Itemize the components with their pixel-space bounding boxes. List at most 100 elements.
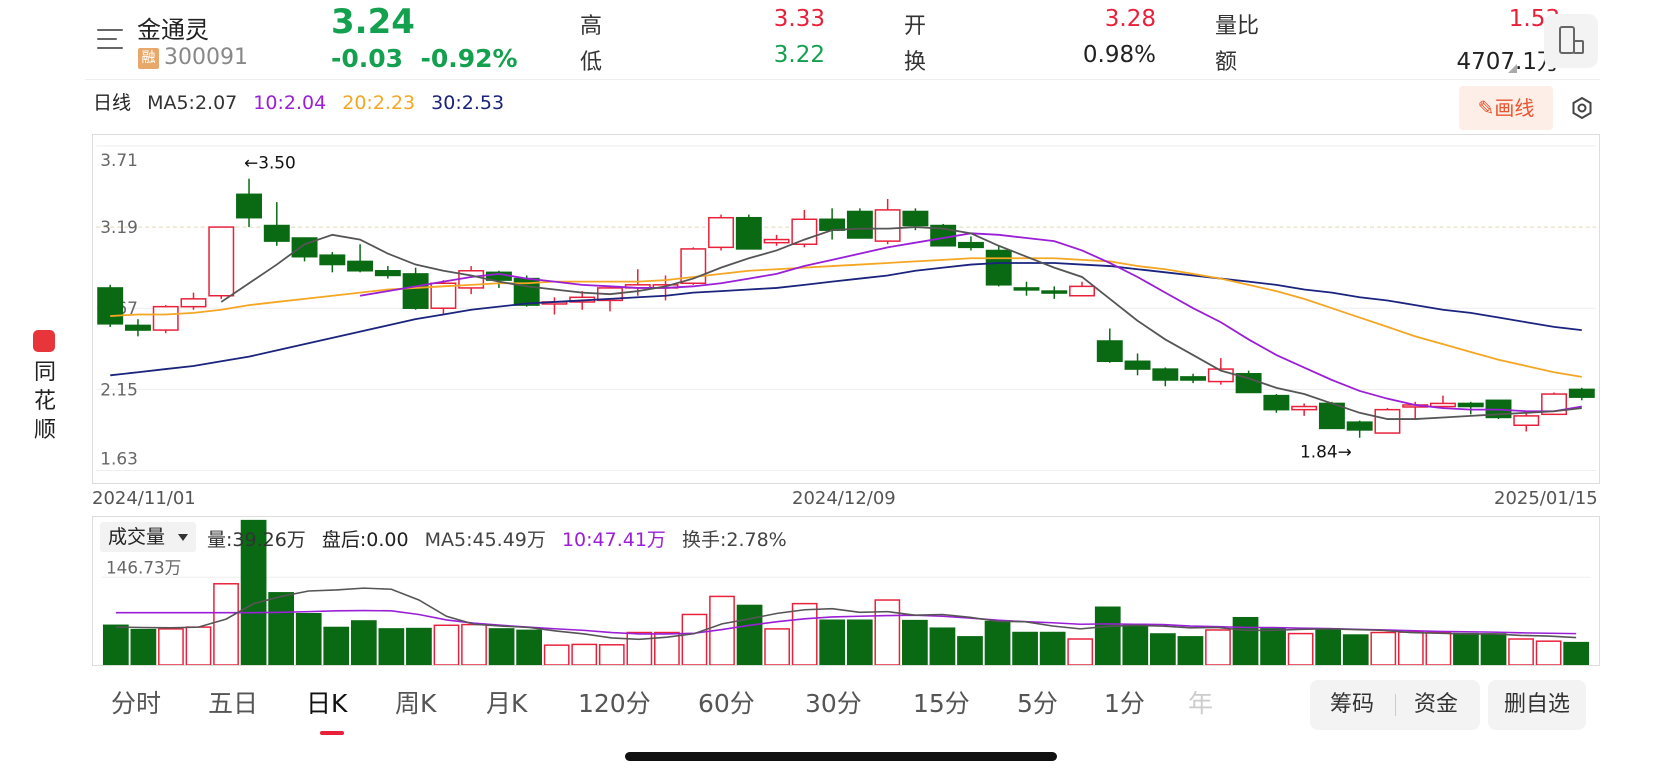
- remove-watchlist-button[interactable]: 删自选: [1488, 680, 1586, 730]
- settings-gear-icon[interactable]: [1570, 96, 1594, 120]
- ma5-value: MA5:2.07: [147, 92, 238, 114]
- candle-body: [1124, 360, 1151, 370]
- volume-bar: [1535, 640, 1562, 665]
- margin-badge: 融: [138, 48, 159, 69]
- tab-5min[interactable]: 5分: [1017, 684, 1058, 720]
- volume-bar: [1232, 616, 1259, 665]
- volume-bar: [488, 628, 515, 665]
- quote-value-low: 3.22: [773, 42, 825, 68]
- volume-bar: [213, 583, 239, 665]
- tab-15min[interactable]: 15分: [913, 684, 970, 720]
- device-rotate-icon: [1559, 26, 1584, 54]
- chips-funds-group: 筹码 资金: [1310, 680, 1480, 730]
- change-percent: -0.92%: [420, 44, 518, 73]
- price-change: -0.03 -0.92%: [331, 44, 518, 73]
- vol-value: 量:39.26万: [207, 529, 306, 551]
- volume-bar: [1480, 633, 1507, 665]
- chips-button[interactable]: 筹码: [1330, 680, 1374, 730]
- volume-bar: [461, 623, 487, 665]
- date-end: 2025/01/15: [1494, 488, 1598, 509]
- volume-bar: [295, 613, 322, 665]
- candle-body: [1069, 285, 1095, 297]
- candlestick-chart[interactable]: 3.713.192.672.151.63←3.501.84→: [92, 134, 1600, 484]
- candle-body: [735, 216, 762, 250]
- home-indicator[interactable]: [625, 752, 1057, 761]
- expand-corner-icon[interactable]: [1508, 64, 1517, 73]
- draw-line-label: 画线: [1494, 96, 1535, 120]
- change-value: -0.03: [331, 44, 404, 73]
- quote-value-volume-ratio: 1.53: [1508, 6, 1560, 32]
- divider: [1395, 694, 1396, 716]
- tab-weekly-k[interactable]: 周K: [395, 684, 436, 720]
- volume-bar: [516, 629, 542, 665]
- tab-yearly[interactable]: 年: [1188, 684, 1213, 720]
- candle-body: [1291, 405, 1318, 411]
- volume-bar: [626, 631, 653, 665]
- ma30-line: [110, 262, 1582, 377]
- menu-icon[interactable]: [97, 27, 127, 51]
- tab-30min[interactable]: 30分: [805, 684, 862, 720]
- quote-value-amount: 4707.1万: [1456, 49, 1560, 75]
- volume-bar: [874, 599, 901, 665]
- landscape-toggle-button[interactable]: [1544, 14, 1598, 68]
- quote-value-high: 3.33: [773, 6, 825, 32]
- volume-bar: [571, 643, 598, 665]
- tab-daily-k[interactable]: 日K: [306, 684, 347, 720]
- candle-body: [1263, 394, 1290, 411]
- funds-button[interactable]: 资金: [1414, 680, 1458, 730]
- volume-bar: [929, 627, 956, 665]
- date-start: 2024/11/01: [92, 488, 196, 509]
- draw-line-button[interactable]: ✎画线: [1459, 86, 1553, 130]
- volume-bar: [791, 602, 818, 665]
- volume-bar: [764, 628, 790, 665]
- volume-bar: [1094, 606, 1121, 665]
- volume-bar: [1315, 628, 1342, 665]
- volume-bar: [1177, 636, 1204, 665]
- brand-rail: 同花顺: [0, 0, 80, 768]
- volume-bar: [350, 620, 377, 665]
- tab-120min[interactable]: 120分: [578, 684, 651, 720]
- candle-body: [1430, 402, 1456, 408]
- volume-bar: [433, 624, 460, 665]
- indicator-select[interactable]: 成交量: [100, 522, 196, 552]
- volume-bar: [323, 626, 350, 665]
- ma20-line: [110, 257, 1582, 378]
- tab-five-day[interactable]: 五日: [208, 684, 258, 720]
- candle-body: [1180, 376, 1207, 381]
- tab-1min[interactable]: 1分: [1104, 684, 1145, 720]
- candle-body: [1152, 368, 1179, 381]
- quote-key-turnover: 换: [904, 50, 927, 75]
- volume-bar: [543, 644, 570, 665]
- candle-body: [347, 260, 374, 272]
- candle-body: [1513, 415, 1540, 427]
- candle-body: [1041, 290, 1068, 294]
- quote-key-high: 高: [580, 14, 603, 39]
- price-tick-label: 3.71: [100, 150, 138, 170]
- ma10-line: [359, 232, 1582, 413]
- volume-bar: [1425, 631, 1452, 665]
- candle-body: [985, 249, 1012, 286]
- tab-60min[interactable]: 60分: [698, 684, 755, 720]
- quote-key-amount: 额: [1215, 50, 1238, 75]
- volume-bar: [1205, 629, 1231, 665]
- after-hours-value: 盘后:0.00: [321, 529, 409, 551]
- tab-monthly-k[interactable]: 月K: [486, 684, 527, 720]
- period-label: 日线: [93, 92, 132, 114]
- ma30-value: 30:2.53: [431, 92, 505, 114]
- tab-intraday[interactable]: 分时: [111, 684, 161, 720]
- volume-bar: [1067, 638, 1094, 665]
- volume-bar: [846, 619, 873, 665]
- vol-ma10-value: 10:47.41万: [561, 529, 666, 551]
- brand-logo-icon: [33, 330, 55, 352]
- volume-bar: [957, 636, 983, 665]
- volume-bar: [681, 613, 708, 665]
- volume-bar: [1342, 634, 1369, 665]
- volume-bar: [1563, 641, 1590, 665]
- price-tick-label: 3.19: [100, 217, 138, 237]
- volume-bar: [1122, 624, 1149, 665]
- indicator-select-label: 成交量: [108, 526, 166, 548]
- candle-body: [819, 218, 846, 231]
- candle-body: [763, 238, 790, 244]
- candle-body: [846, 210, 873, 239]
- stock-name[interactable]: 金通灵: [137, 10, 209, 45]
